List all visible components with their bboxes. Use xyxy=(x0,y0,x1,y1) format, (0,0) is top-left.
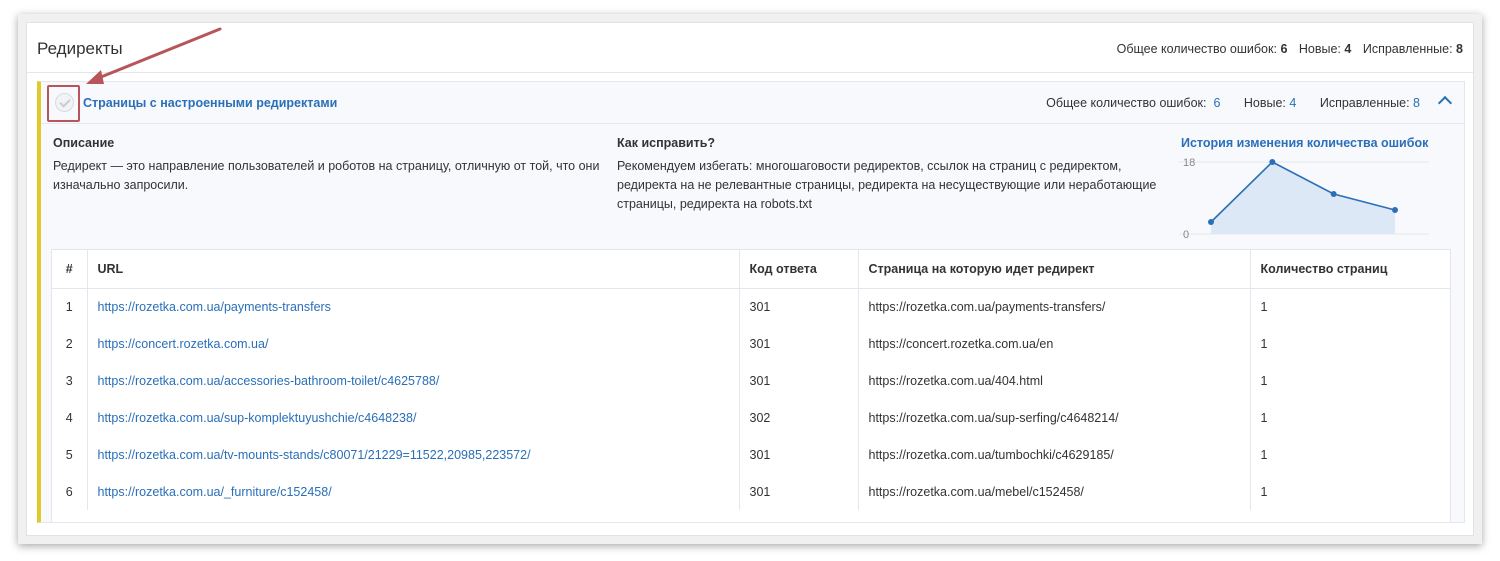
fixed-errors-label: Исправленные: xyxy=(1362,42,1453,56)
chart-point xyxy=(1269,159,1276,165)
chart-point xyxy=(1330,191,1337,197)
fix-heading: Как исправить? xyxy=(617,136,716,150)
row-number: 6 xyxy=(52,473,88,510)
col-header-url[interactable]: URL xyxy=(87,250,740,289)
description-heading: Описание xyxy=(53,136,115,150)
table-row: 5 https://rozetka.com.ua/tv-mounts-stand… xyxy=(52,436,1450,473)
row-number: 2 xyxy=(52,325,88,362)
col-header-target[interactable]: Страница на которую идет редирект xyxy=(858,250,1251,289)
section-total-value: 6 xyxy=(1213,96,1221,110)
table-row: 6 https://rozetka.com.ua/_furniture/c152… xyxy=(52,473,1450,510)
row-url-link[interactable]: https://rozetka.com.ua/_furniture/c15245… xyxy=(98,485,332,499)
history-chart-title[interactable]: История изменения количества ошибок xyxy=(1181,136,1428,150)
row-code: 301 xyxy=(739,362,859,399)
fixed-errors-value: 8 xyxy=(1456,42,1463,56)
table-header-row: # URL Код ответа Страница на которую иде… xyxy=(52,250,1450,289)
row-number: 5 xyxy=(52,436,88,473)
row-code: 301 xyxy=(739,436,859,473)
new-errors-label: Новые: xyxy=(1298,42,1341,56)
redirects-table: # URL Код ответа Страница на которую иде… xyxy=(52,250,1450,510)
row-url-link[interactable]: https://rozetka.com.ua/payments-transfer… xyxy=(98,300,331,314)
chart-area xyxy=(1211,162,1395,234)
row-count: 1 xyxy=(1260,410,1268,425)
panel-header: Редиректы Общее количество ошибок: 6 Нов… xyxy=(27,23,1473,73)
row-target: https://rozetka.com.ua/sup-serfing/c4648… xyxy=(858,399,1251,436)
description-block: Описание Редирект — это направление поль… xyxy=(53,134,613,195)
total-errors-label: Общее количество ошибок: xyxy=(1116,42,1277,56)
row-target: https://rozetka.com.ua/payments-transfer… xyxy=(858,288,1251,325)
table-row: 1 https://rozetka.com.ua/payments-transf… xyxy=(52,288,1450,325)
table-row: 4 https://rozetka.com.ua/sup-komplektuyu… xyxy=(52,399,1450,436)
row-number: 4 xyxy=(52,399,88,436)
row-url-link[interactable]: https://rozetka.com.ua/sup-komplektuyush… xyxy=(98,411,417,425)
row-code: 301 xyxy=(739,325,859,362)
section-stats: Общее количество ошибок: 6 Новые: 4 Испр… xyxy=(1046,96,1420,110)
row-url-link[interactable]: https://rozetka.com.ua/accessories-bathr… xyxy=(98,374,440,388)
row-count: 1 xyxy=(1260,447,1268,462)
row-count: 1 xyxy=(1260,484,1268,499)
section-new-label: Новые: xyxy=(1243,96,1286,110)
chart-point xyxy=(1392,207,1398,213)
row-code: 301 xyxy=(739,473,859,510)
row-count: 1 xyxy=(1260,336,1268,351)
table-row: 2 https://concert.rozetka.com.ua/ 301 ht… xyxy=(52,325,1450,362)
row-code: 302 xyxy=(739,399,859,436)
redirect-pages-section: Страницы с настроенными редиректами Обще… xyxy=(37,81,1465,523)
chart-point xyxy=(1208,219,1214,225)
section-total-label: Общее количество ошибок: xyxy=(1046,96,1207,110)
description-text: Редирект — это направление пользователей… xyxy=(53,159,600,192)
section-fixed-value: 8 xyxy=(1413,96,1420,110)
row-count: 1 xyxy=(1260,373,1268,388)
total-errors-value: 6 xyxy=(1280,42,1288,56)
row-code: 301 xyxy=(739,288,859,325)
row-count: 1 xyxy=(1260,299,1268,314)
col-header-code[interactable]: Код ответа xyxy=(739,250,859,289)
chevron-up-icon[interactable] xyxy=(1437,95,1453,111)
row-url-link[interactable]: https://rozetka.com.ua/tv-mounts-stands/… xyxy=(98,448,531,462)
row-target: https://concert.rozetka.com.ua/en xyxy=(858,325,1251,362)
row-number: 3 xyxy=(52,362,88,399)
col-header-number[interactable]: # xyxy=(52,250,88,289)
chart-ytick-label: 18 xyxy=(1183,157,1195,169)
redirects-panel: Редиректы Общее количество ошибок: 6 Нов… xyxy=(26,22,1474,536)
row-url-link[interactable]: https://concert.rozetka.com.ua/ xyxy=(98,337,269,351)
fix-text: Рекомендуем избегать: многошаговости ред… xyxy=(617,159,1157,211)
fix-block: Как исправить? Рекомендуем избегать: мно… xyxy=(617,134,1162,214)
chart-ytick-label: 0 xyxy=(1183,229,1189,241)
section-title[interactable]: Страницы с настроенными редиректами xyxy=(83,96,337,110)
highlight-box xyxy=(47,85,80,122)
history-chart: 0 18 xyxy=(1179,157,1429,241)
col-header-count[interactable]: Количество страниц xyxy=(1250,250,1450,289)
row-target: https://rozetka.com.ua/mebel/c152458/ xyxy=(858,473,1251,510)
new-errors-value: 4 xyxy=(1344,42,1352,56)
table-row: 3 https://rozetka.com.ua/accessories-bat… xyxy=(52,362,1450,399)
redirects-table-wrap: # URL Код ответа Страница на которую иде… xyxy=(51,249,1451,522)
section-header[interactable]: Страницы с настроенными редиректами Обще… xyxy=(41,82,1464,124)
row-number: 1 xyxy=(52,288,88,325)
page-title: Редиректы xyxy=(37,39,123,58)
section-fixed-label: Исправленные: xyxy=(1319,96,1410,110)
row-target: https://rozetka.com.ua/404.html xyxy=(858,362,1251,399)
panel-stats: Общее количество ошибок: 6 Новые: 4 Испр… xyxy=(1117,42,1463,56)
section-new-value: 4 xyxy=(1289,96,1297,110)
row-target: https://rozetka.com.ua/tumbochki/c462918… xyxy=(858,436,1251,473)
window-frame: Редиректы Общее количество ошибок: 6 Нов… xyxy=(18,14,1482,544)
